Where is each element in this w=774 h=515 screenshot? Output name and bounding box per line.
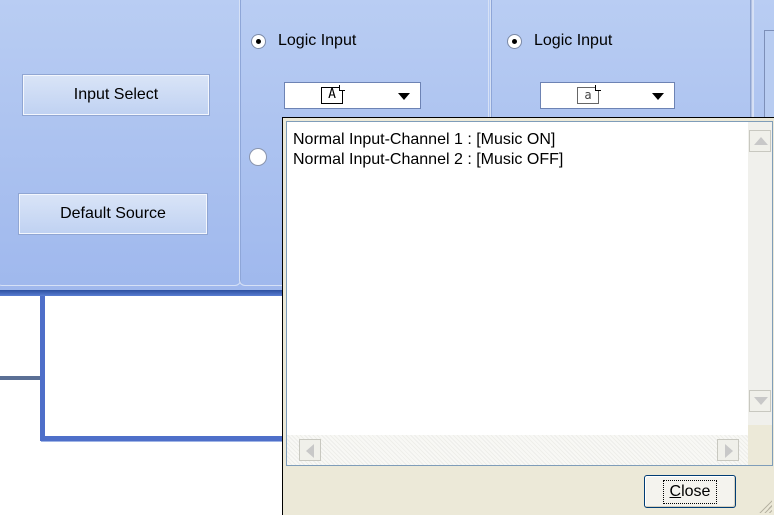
scroll-up-icon [754,137,768,145]
lowercase-a-icon: a [577,87,599,104]
close-button-label: Close [662,479,718,504]
scroll-corner [748,425,772,465]
logic-input-label-a: Logic Input [278,32,357,49]
input-group-box [0,0,241,286]
scroll-up-button[interactable] [749,130,771,152]
vertical-scrollbar[interactable] [748,122,772,425]
chevron-down-icon[interactable] [652,93,664,100]
logic-input-combo-a[interactable]: A [284,82,421,109]
radio-checked-icon[interactable] [251,33,266,49]
list-item[interactable]: Normal Input-Channel 1 : [Music ON] [293,130,555,150]
uppercase-a-icon: A [321,87,343,104]
list-item[interactable]: Normal Input-Channel 2 : [Music OFF] [293,150,563,170]
radio-checked-icon[interactable] [507,33,522,49]
logic-input-combo-b[interactable]: a [540,82,675,109]
default-source-button[interactable]: Default Source [18,193,208,235]
chevron-down-icon[interactable] [398,93,410,100]
connector-line [0,376,40,380]
scroll-right-icon [725,444,733,458]
right-partial-control[interactable] [764,30,774,122]
lower-frame [40,296,305,441]
input-select-button[interactable]: Input Select [22,74,210,116]
close-button[interactable]: Close [644,475,736,508]
scroll-right-button[interactable] [717,439,739,461]
logic-input-radio-b[interactable]: Logic Input [507,32,612,50]
scroll-left-icon [306,444,314,458]
scroll-left-button[interactable] [299,439,321,461]
channel-list[interactable]: Normal Input-Channel 1 : [Music ON] Norm… [286,121,773,466]
resize-grip-icon[interactable] [756,497,772,513]
selection-popup: Normal Input-Channel 1 : [Music ON] Norm… [282,117,774,515]
horizontal-scrollbar[interactable] [287,435,750,465]
logic-input-label-b: Logic Input [534,32,613,49]
scroll-down-icon [754,397,768,405]
scroll-down-button[interactable] [749,390,771,412]
radio-unchecked-icon[interactable] [249,148,267,166]
logic-input-radio-a[interactable]: Logic Input [251,32,356,50]
